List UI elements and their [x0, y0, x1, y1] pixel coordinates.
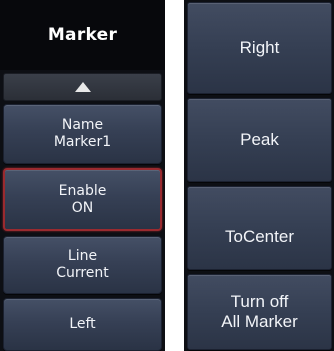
button-value: All Marker: [221, 312, 298, 331]
button-label: Line: [67, 248, 98, 265]
button-label: ToCenter: [225, 226, 294, 246]
button-value: Marker1: [53, 134, 112, 150]
right-button[interactable]: Right: [187, 2, 332, 94]
button-label: Name: [61, 117, 104, 134]
scroll-up-button[interactable]: [3, 73, 162, 101]
to-center-button[interactable]: ToCenter: [187, 186, 332, 270]
turn-off-all-markers-button[interactable]: Turn off All Marker: [187, 274, 332, 350]
button-label: Right: [239, 37, 280, 57]
button-value: Current: [56, 265, 109, 281]
panel-title: Marker: [0, 0, 165, 70]
enable-marker-button[interactable]: Enable ON: [3, 168, 162, 231]
triangle-up-icon: [74, 82, 91, 92]
marker-softkey-panel: Marker Name Marker1 Enable ON Line Curre…: [0, 0, 165, 351]
button-value: ON: [71, 199, 94, 216]
button-label: Turn off: [230, 291, 289, 311]
button-label: Left: [69, 316, 96, 333]
button-label: Peak: [240, 129, 279, 149]
marker-action-panel: Right Peak ToCenter Turn off All Marker: [184, 0, 334, 351]
button-label: Enable: [58, 182, 107, 199]
name-marker-button[interactable]: Name Marker1: [3, 104, 162, 164]
peak-button[interactable]: Peak: [187, 98, 332, 182]
left-button[interactable]: Left: [3, 298, 162, 351]
line-marker-button[interactable]: Line Current: [3, 236, 162, 294]
